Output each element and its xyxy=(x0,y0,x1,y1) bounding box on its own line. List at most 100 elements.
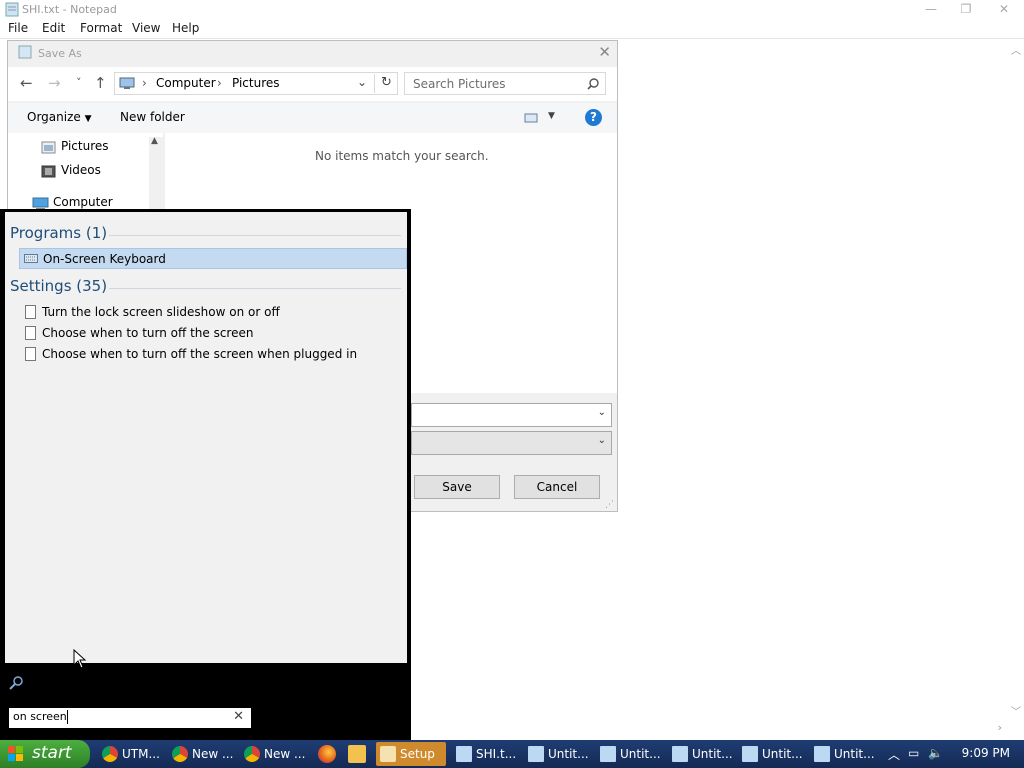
refresh-icon[interactable]: ↻ xyxy=(381,75,392,90)
taskbar-button-setup[interactable]: Setup xyxy=(376,742,446,766)
new-folder-button[interactable]: New folder xyxy=(120,110,185,124)
divider xyxy=(109,235,401,236)
resize-grip-icon[interactable]: ⋰ xyxy=(605,500,614,510)
scroll-up-icon[interactable]: ︿ xyxy=(1011,42,1021,57)
chrome-icon xyxy=(244,746,260,762)
volume-icon[interactable]: 🔈 xyxy=(928,746,943,760)
breadcrumb-computer[interactable]: Computer xyxy=(156,76,216,90)
chevron-down-icon[interactable]: ⌄ xyxy=(357,75,367,89)
breadcrumb-separator: › xyxy=(142,76,147,90)
setup-icon xyxy=(380,746,396,762)
clear-search-icon[interactable]: ✕ xyxy=(233,709,244,724)
cancel-button[interactable]: Cancel xyxy=(514,475,600,499)
forward-arrow-icon[interactable]: → xyxy=(48,74,61,92)
empty-message: No items match your search. xyxy=(315,149,489,163)
taskbar-button-notepad-untitled-3[interactable]: Untit... xyxy=(668,742,736,766)
scroll-up-icon[interactable]: ▲ xyxy=(151,136,158,146)
chevron-down-icon[interactable]: ⌄ xyxy=(598,435,606,446)
taskbar-label: Untit... xyxy=(548,747,589,761)
notepad-title: SHI.txt - Notepad xyxy=(22,3,117,16)
taskbar-button-notepad-untitled-2[interactable]: Untit... xyxy=(596,742,664,766)
notepad-icon xyxy=(600,746,616,762)
taskbar-label: Setup xyxy=(400,747,435,761)
save-as-type-select[interactable]: ⌄ xyxy=(411,431,612,455)
menu-format[interactable]: Format xyxy=(80,21,122,35)
start-button[interactable]: start xyxy=(0,740,90,768)
settings-result[interactable]: Choose when to turn off the screen when … xyxy=(19,344,407,365)
notepad-icon xyxy=(742,746,758,762)
clock[interactable]: 9:09 PM xyxy=(962,746,1010,760)
settings-result[interactable]: Choose when to turn off the screen xyxy=(19,323,407,344)
network-icon[interactable]: ▭ xyxy=(908,746,919,760)
recent-locations-icon[interactable]: ˅ xyxy=(76,76,82,89)
vertical-scrollbar[interactable]: ︿ ﹀ xyxy=(1007,40,1024,720)
start-search-input[interactable]: on screen ✕ xyxy=(9,708,251,728)
search-icon xyxy=(587,78,599,90)
dialog-toolbar: Organize ▼ New folder ▼ ? xyxy=(8,103,617,133)
close-button[interactable]: ✕ xyxy=(989,1,1019,18)
file-explorer-icon[interactable] xyxy=(348,745,366,763)
taskbar-button-chrome-1[interactable]: UTM... xyxy=(98,742,164,766)
firefox-icon[interactable] xyxy=(318,745,336,763)
menu-view[interactable]: View xyxy=(132,21,160,35)
result-label: Choose when to turn off the screen when … xyxy=(42,347,358,361)
taskbar-button-chrome-3[interactable]: New ... xyxy=(240,742,306,766)
document-icon xyxy=(25,326,36,340)
up-arrow-icon[interactable]: ↑ xyxy=(94,74,107,92)
search-icon xyxy=(9,676,23,690)
help-icon[interactable]: ? xyxy=(585,109,602,126)
divider xyxy=(109,288,401,289)
taskbar-label: SHI.t... xyxy=(476,747,517,761)
minimize-button[interactable]: — xyxy=(916,1,946,18)
organize-label: Organize xyxy=(27,110,81,124)
chevron-up-icon[interactable]: ︿ xyxy=(888,746,900,763)
dialog-close-button[interactable]: ✕ xyxy=(598,43,611,61)
mouse-cursor-icon xyxy=(73,649,87,669)
text-caret xyxy=(67,710,68,724)
taskbar-button-chrome-2[interactable]: New ... xyxy=(168,742,234,766)
taskbar-label: Untit... xyxy=(834,747,875,761)
navigation-bar: ← → ˅ ↑ › Computer › Pictures ⌄ ↻ Search… xyxy=(8,67,617,101)
maximize-button[interactable]: ❐ xyxy=(951,1,981,18)
menu-file[interactable]: File xyxy=(8,21,28,35)
notepad-titlebar[interactable]: SHI.txt - Notepad — ❐ ✕ xyxy=(0,0,1024,19)
system-tray: ︿ ▭ 🔈 9:09 PM xyxy=(884,740,1024,768)
search-input[interactable]: Search Pictures xyxy=(413,77,506,91)
taskbar-button-notepad-shi[interactable]: SHI.t... xyxy=(452,742,520,766)
save-as-icon xyxy=(18,45,32,59)
result-label: On-Screen Keyboard xyxy=(43,252,166,266)
taskbar-label: New ... xyxy=(264,747,306,761)
address-bar[interactable]: › Computer › Pictures ⌄ ↻ xyxy=(114,72,398,95)
back-arrow-icon[interactable]: ← xyxy=(20,74,33,92)
horizontal-scrollbar[interactable]: › xyxy=(410,720,1024,737)
taskbar-label: Untit... xyxy=(620,747,661,761)
notepad-icon xyxy=(672,746,688,762)
videos-icon xyxy=(41,165,56,178)
settings-result[interactable]: Turn the lock screen slideshow on or off xyxy=(19,302,407,323)
settings-header: Settings (35) xyxy=(10,277,108,295)
breadcrumb-pictures[interactable]: Pictures xyxy=(232,76,280,90)
taskbar-button-notepad-untitled-4[interactable]: Untit... xyxy=(738,742,806,766)
search-box[interactable]: Search Pictures xyxy=(404,72,606,95)
taskbar-button-notepad-untitled-5[interactable]: Untit... xyxy=(810,742,878,766)
dropdown-arrow-icon: ▼ xyxy=(84,114,92,124)
taskbar-button-notepad-untitled-1[interactable]: Untit... xyxy=(524,742,592,766)
scroll-down-icon[interactable]: ﹀ xyxy=(1011,703,1021,718)
menu-edit[interactable]: Edit xyxy=(42,21,65,35)
keyboard-icon xyxy=(24,254,38,263)
view-options-icon[interactable] xyxy=(524,113,538,123)
save-button[interactable]: Save xyxy=(414,475,500,499)
view-dropdown-icon[interactable]: ▼ xyxy=(548,111,555,121)
start-label: start xyxy=(32,743,72,763)
chevron-down-icon[interactable]: ⌄ xyxy=(598,407,606,418)
scroll-right-icon[interactable]: › xyxy=(998,721,1002,734)
organize-button[interactable]: Organize ▼ xyxy=(27,110,92,124)
start-menu: Programs (1) On-Screen Keyboard Settings… xyxy=(0,209,411,740)
tree-item-label: Videos xyxy=(61,163,101,177)
program-result-on-screen-keyboard[interactable]: On-Screen Keyboard xyxy=(19,248,407,269)
file-name-field[interactable]: ⌄ xyxy=(411,403,612,427)
chrome-icon xyxy=(172,746,188,762)
chrome-icon xyxy=(102,746,118,762)
menu-help[interactable]: Help xyxy=(172,21,199,35)
taskbar-label: UTM... xyxy=(122,747,160,761)
